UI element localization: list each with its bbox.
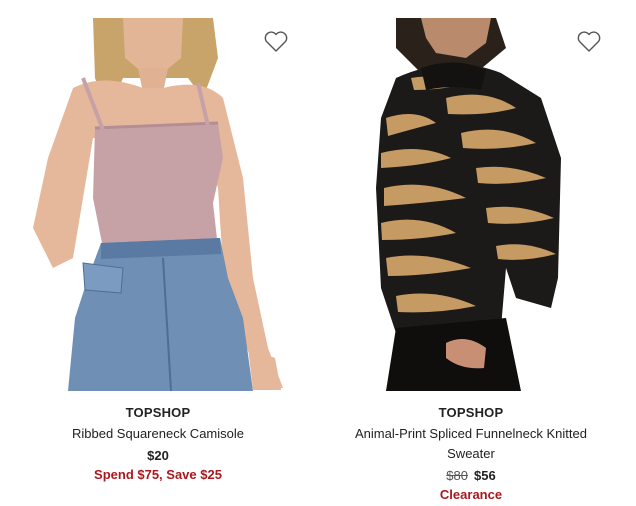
sweater-model-photo [376,18,561,391]
clearance-badge: Clearance [439,487,503,502]
product-price: $80 $56 [326,468,616,483]
promo-text: Spend $75, Save $25 [94,467,222,482]
product-brand: TOPSHOP [438,405,504,420]
product-card-camisole[interactable]: TOPSHOP Ribbed Squareneck Camisole $20 S… [13,18,303,482]
camisole-model-photo [33,18,283,391]
product-price: $20 [147,448,169,463]
product-name-line2: Sweater [447,446,495,461]
product-image-sweater[interactable] [326,18,616,391]
product-name-link[interactable]: Ribbed Squareneck Camisole [13,424,303,444]
product-brand: TOPSHOP [125,405,191,420]
original-price: $80 [446,468,468,483]
product-name-line1: Animal-Print Spliced Funnelneck Knitted [355,426,587,441]
favorite-heart-icon[interactable] [576,30,602,54]
product-name-link[interactable]: Animal-Print Spliced Funnelneck Knitted … [326,424,616,464]
sale-price: $56 [474,468,496,483]
product-card-sweater[interactable]: TOPSHOP Animal-Print Spliced Funnelneck … [326,18,616,502]
favorite-heart-icon[interactable] [263,30,289,54]
product-image-camisole[interactable] [13,18,303,391]
